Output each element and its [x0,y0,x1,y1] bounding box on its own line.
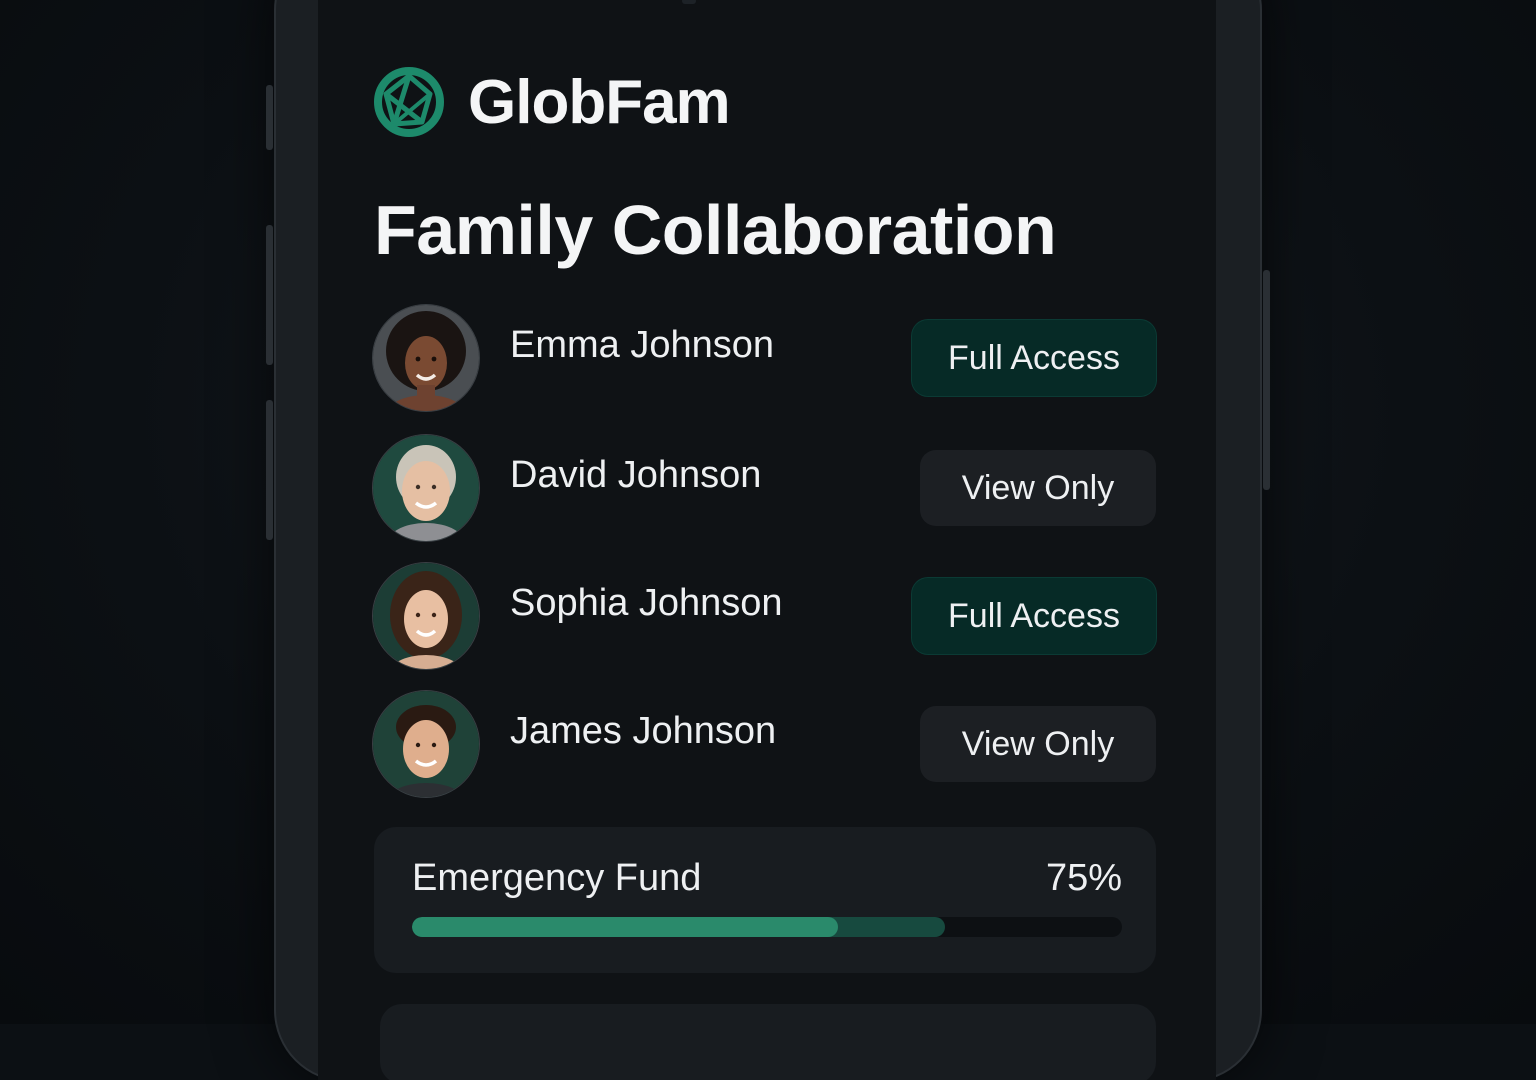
member-name: Emma Johnson [510,324,775,366]
power-button [1263,270,1270,490]
fund-percent: 75% [1045,857,1122,899]
member-name: Sophia Johnson [510,582,783,624]
volume-up-button [266,225,273,365]
progress-fill [412,917,838,937]
avatar [372,304,480,412]
dynamic-island [682,0,696,4]
fund-progress-bar [412,917,1122,937]
globe-network-icon [372,64,446,140]
avatar [372,434,480,542]
phone-action-button [266,85,273,150]
member-row-david: David Johnson View Only [372,434,1158,542]
member-row-james: James Johnson View Only [372,690,1158,798]
access-button[interactable]: View Only [920,706,1156,782]
member-name: David Johnson [510,454,762,496]
volume-down-button [266,400,273,540]
access-button[interactable]: Full Access [912,320,1156,396]
member-name: James Johnson [510,710,777,752]
avatar [372,690,480,798]
brand-name: GlobFam [468,67,731,137]
emergency-fund-card[interactable]: Emergency Fund 75% [374,827,1156,973]
brand-header: GlobFam [372,64,731,140]
page-title: Family Collaboration [374,191,1057,269]
avatar [372,562,480,670]
next-card [380,1004,1156,1080]
access-button[interactable]: View Only [920,450,1156,526]
member-row-emma: Emma Johnson Full Access [372,304,1158,412]
access-button[interactable]: Full Access [912,578,1156,654]
member-row-sophia: Sophia Johnson Full Access [372,562,1158,670]
fund-label: Emergency Fund [412,857,702,899]
phone-frame: GlobFam Family Collaboration Emma Johnso… [266,0,1270,1080]
app-screen: GlobFam Family Collaboration Emma Johnso… [318,0,1216,1080]
